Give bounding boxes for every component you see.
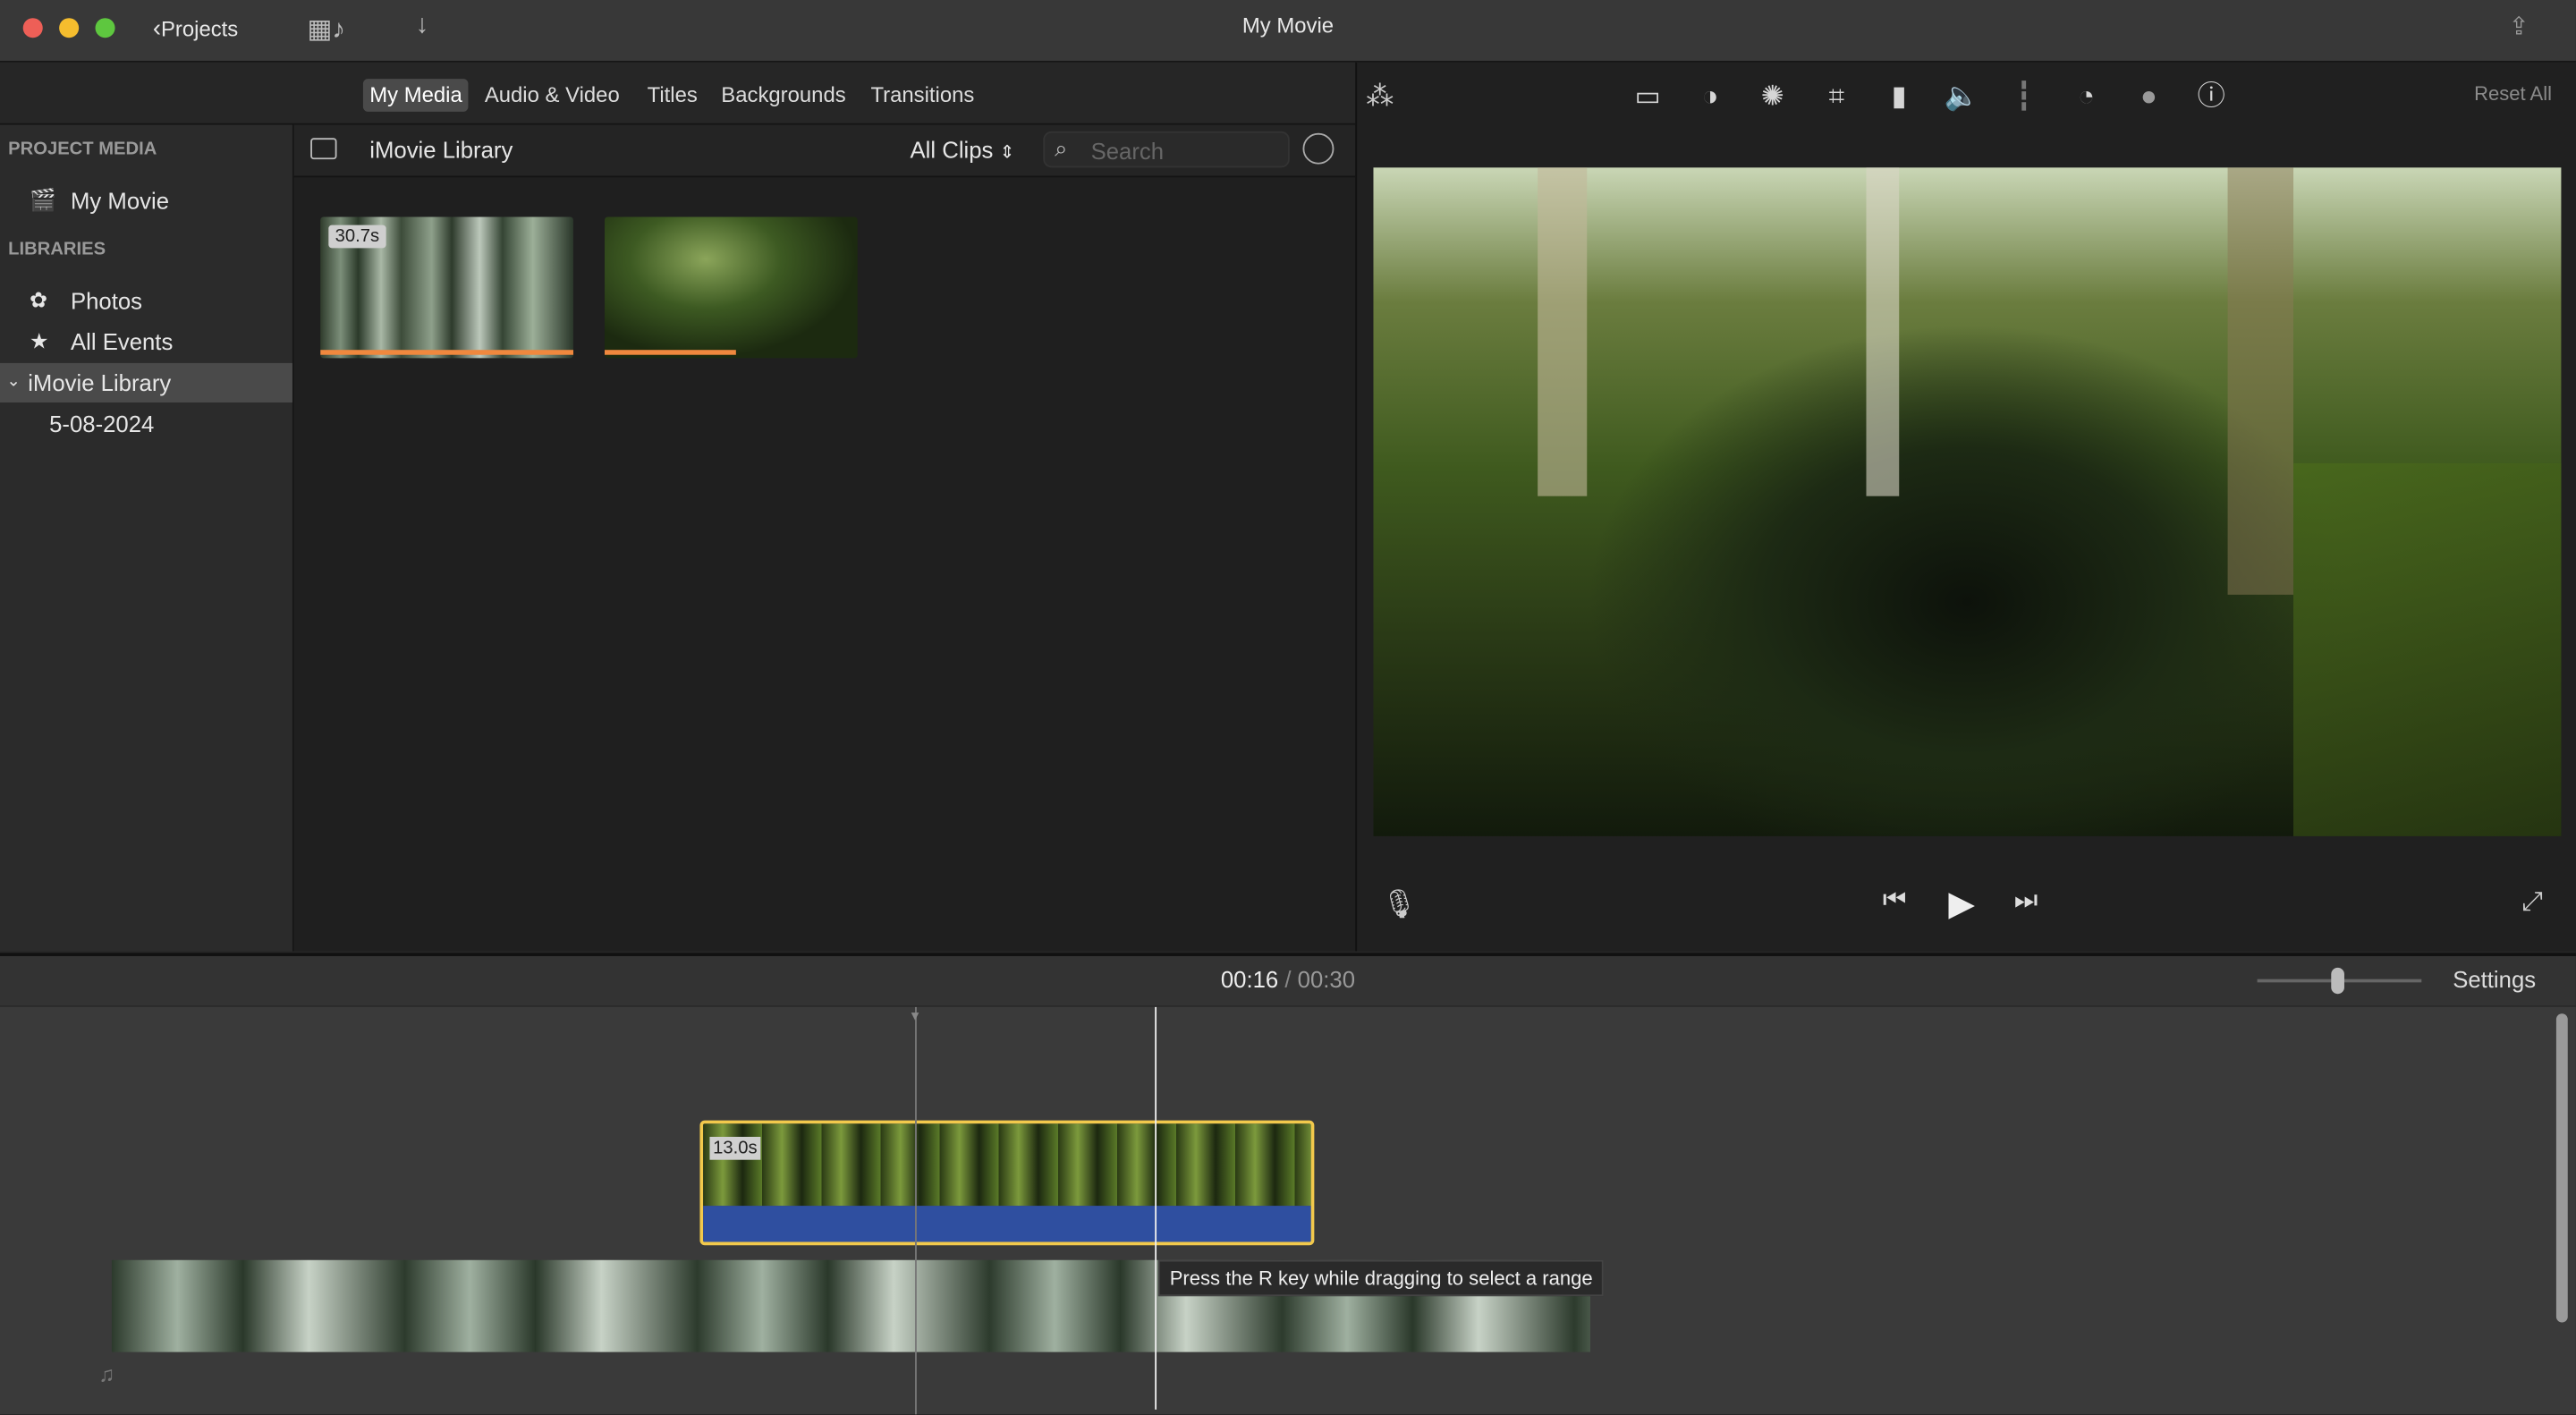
music-note-icon: ♫ xyxy=(98,1361,115,1387)
tooltip: Press the R key while dragging to select… xyxy=(1157,1259,1605,1297)
search-input[interactable]: ⌕ Search xyxy=(1043,131,1290,168)
timeline-zoom-slider[interactable] xyxy=(2257,967,2422,995)
browser-header: iMovie Library All Clips ⇕ ⌕ Search xyxy=(293,124,1356,178)
photos-icon: ✿ xyxy=(30,287,48,312)
selected-clip[interactable]: 13.0s xyxy=(699,1120,1315,1246)
search-icon: ⌕ xyxy=(1055,134,1068,161)
window-title: My Movie xyxy=(1241,13,1335,38)
play-icon[interactable]: ▶ xyxy=(1948,884,1975,925)
sidebar-item-my-movie[interactable]: 🎬 My Movie xyxy=(0,181,292,220)
clapperboard-icon: 🎬 xyxy=(30,187,56,212)
tab-transitions[interactable]: Transitions xyxy=(864,79,981,112)
stabilization-camera-icon[interactable]: ▮ xyxy=(1881,79,1917,114)
timecode: 00:16 / 00:30 xyxy=(1220,965,1356,993)
reset-all-button[interactable]: Reset All xyxy=(2474,82,2552,106)
used-range-bar xyxy=(604,350,736,355)
project-media-header: PROJECT MEDIA xyxy=(8,140,157,160)
tab-backgrounds[interactable]: Backgrounds xyxy=(715,79,852,112)
skimmer-marker-icon: ▼ xyxy=(908,1008,922,1024)
magic-wand-icon[interactable]: ⁂ xyxy=(1362,79,1398,114)
star-icon: ★ xyxy=(30,328,49,353)
clip-filter-icon[interactable]: ● xyxy=(2131,79,2166,114)
scrollbar[interactable] xyxy=(2555,1013,2568,1323)
color-balance-icon[interactable]: ◑ xyxy=(1692,79,1728,114)
clip-duration-badge: 13.0s xyxy=(709,1136,761,1160)
timeline[interactable]: 13.0s Press the R key while dragging to … xyxy=(0,1005,2576,1415)
sidebar-toggle-icon[interactable] xyxy=(310,138,337,160)
gear-icon[interactable] xyxy=(1302,132,1335,165)
skip-forward-icon[interactable]: ⏭ xyxy=(2014,887,2038,917)
timeline-header: 00:16 / 00:30 Settings xyxy=(0,953,2576,1006)
microphone-icon[interactable]: 🎙 xyxy=(1382,889,1418,922)
clip-filmstrip xyxy=(703,1123,1311,1207)
chevron-down-icon[interactable]: ⌄ xyxy=(6,363,20,402)
fullscreen-icon[interactable]: ⤢ xyxy=(2521,889,2543,919)
title-bar: ‹Projects ▦♪ ↓ My Movie ⇪ xyxy=(0,0,2576,63)
speedometer-icon[interactable]: ◔ xyxy=(2068,79,2104,114)
clip-thumbnail[interactable] xyxy=(604,216,858,359)
tab-my-media[interactable]: My Media xyxy=(362,79,470,112)
media-tabs: My Media Audio & Video Titles Background… xyxy=(0,62,1356,125)
sidebar-item-photos[interactable]: ✿ Photos xyxy=(0,281,292,320)
viewer: ⁂ ▭ ◑ ✺ ⌗ ▮ 🔈 ┇ ◔ ● ⓘ Reset All 🎙 ⏮ ▶ ⏭ … xyxy=(1355,62,2576,952)
crop-to-fill-icon[interactable]: ▭ xyxy=(1630,79,1665,114)
media-browser: iMovie Library All Clips ⇕ ⌕ Search 30.7… xyxy=(293,124,1356,952)
slider-thumb[interactable] xyxy=(2331,967,2344,995)
skimmer-line xyxy=(915,1006,917,1415)
info-icon[interactable]: ⓘ xyxy=(2193,79,2229,114)
tab-audio-video[interactable]: Audio & Video xyxy=(478,79,626,112)
clip-thumbnail[interactable]: 30.7s xyxy=(320,216,574,359)
sidebar-item-event-date[interactable]: 5-08-2024 xyxy=(0,404,292,444)
library-title: iMovie Library xyxy=(369,136,513,163)
libraries-header: LIBRARIES xyxy=(8,240,106,260)
sidebar: PROJECT MEDIA 🎬 My Movie LIBRARIES ✿ Photo… xyxy=(0,124,294,952)
share-icon[interactable]: ⇪ xyxy=(2509,12,2529,41)
clip-duration-badge: 30.7s xyxy=(328,225,386,249)
crop-icon[interactable]: ⌗ xyxy=(1818,79,1854,114)
tab-titles[interactable]: Titles xyxy=(640,79,704,112)
video-preview xyxy=(1373,167,2562,836)
clips-filter-select[interactable]: All Clips ⇕ xyxy=(911,136,1015,162)
sidebar-item-all-events[interactable]: ★ All Events xyxy=(0,322,292,361)
audio-waveform xyxy=(703,1206,1311,1242)
color-palette-icon[interactable]: ✺ xyxy=(1755,79,1791,114)
settings-button[interactable]: Settings xyxy=(2453,966,2536,992)
skip-back-icon[interactable]: ⏮ xyxy=(1883,887,1906,917)
equalizer-icon[interactable]: ┇ xyxy=(2006,79,2042,114)
sidebar-item-imovie-library[interactable]: ⌄ iMovie Library xyxy=(0,362,292,402)
updown-chevron-icon: ⇕ xyxy=(999,142,1015,163)
used-range-bar xyxy=(320,350,574,355)
playhead[interactable] xyxy=(1155,1006,1157,1410)
volume-icon[interactable]: 🔈 xyxy=(1944,79,1979,114)
